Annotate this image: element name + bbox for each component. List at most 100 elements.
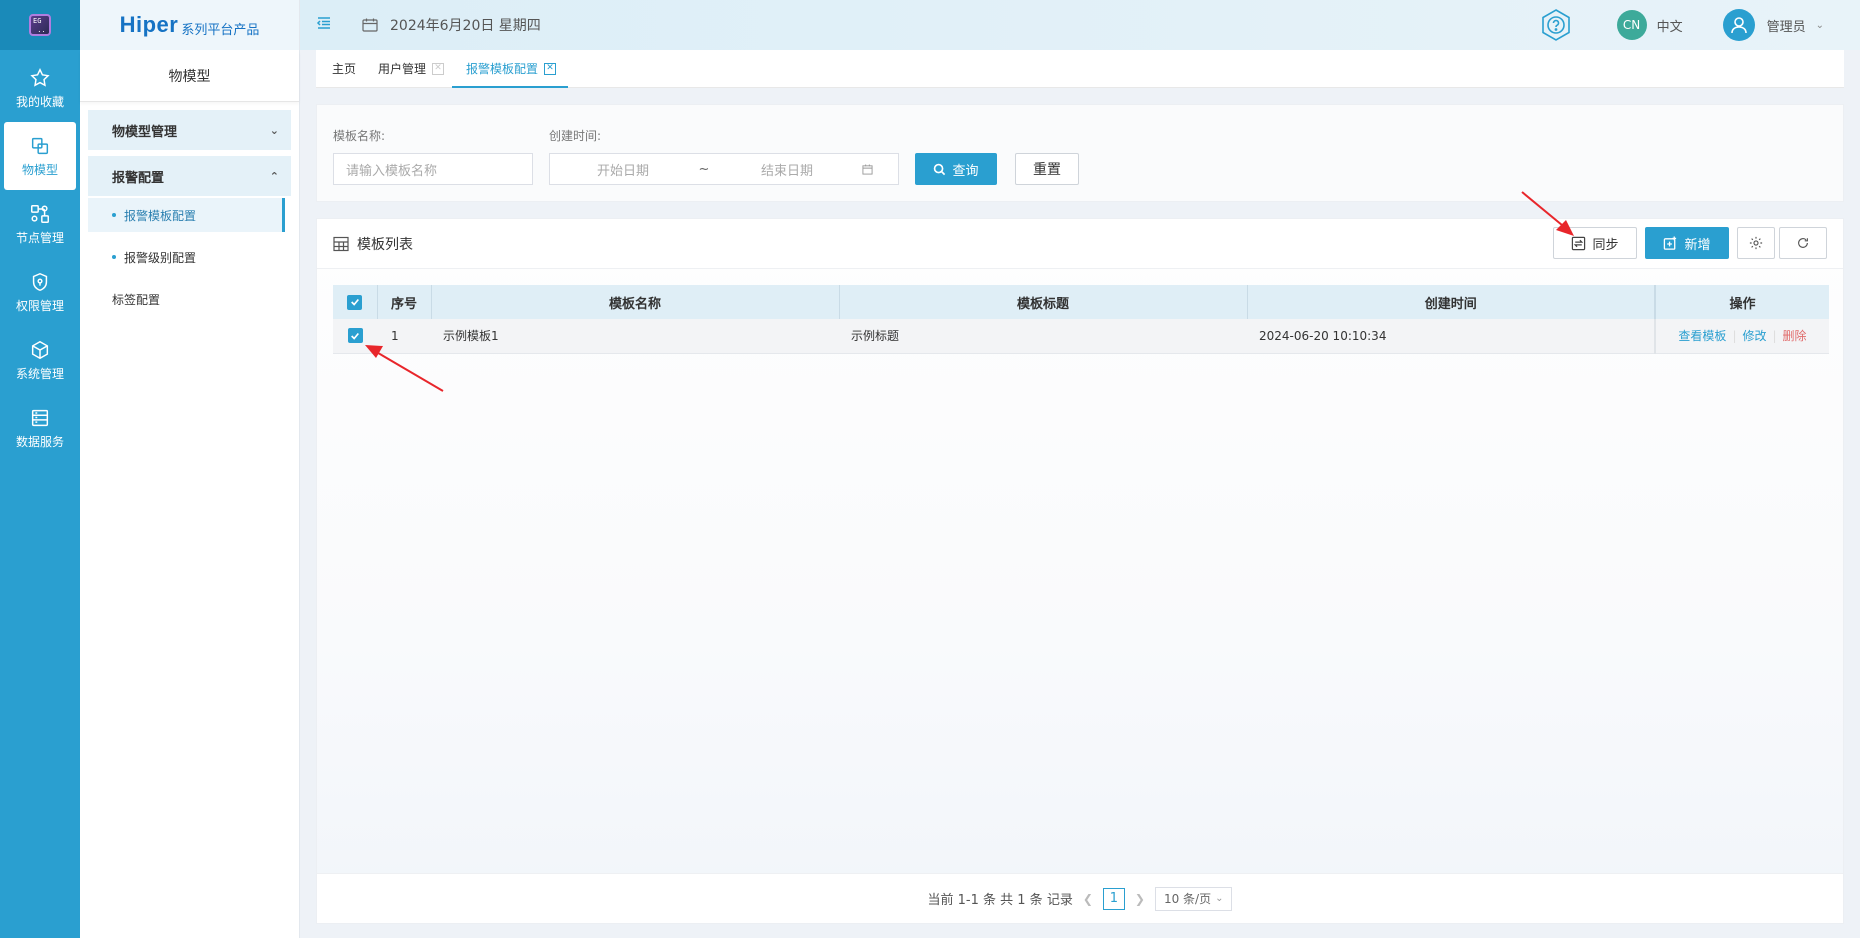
reset-label: 重置 — [1033, 162, 1061, 178]
menu-item-tag-config[interactable]: 标签配置 — [88, 282, 291, 316]
settings-button[interactable] — [1737, 227, 1775, 259]
template-name-input[interactable]: 请输入模板名称 — [333, 153, 533, 185]
secondary-menu: Hiper 系列平台产品 物模型 物模型管理 ⌄ 报警配置 ⌃ 报警模板配置 报… — [80, 0, 300, 938]
close-icon[interactable]: ✕ — [432, 62, 445, 75]
star-icon — [30, 67, 50, 87]
prev-page-icon[interactable]: ❮ — [1083, 892, 1093, 906]
table-icon — [333, 236, 349, 251]
next-page-icon[interactable]: ❯ — [1135, 892, 1145, 906]
chevron-down-icon: ⌄ — [1215, 893, 1224, 904]
rail-label: 数据服务 — [15, 434, 64, 449]
language-label[interactable]: 中文 — [1657, 16, 1683, 35]
add-icon — [1664, 235, 1677, 250]
cell-created: 2024-06-20 10:10:34 — [1247, 319, 1655, 354]
menu-group-alarm-config[interactable]: 报警配置 ⌃ — [88, 156, 291, 196]
node-icon — [31, 204, 49, 223]
page-size-select[interactable]: 10 条/页 ⌄ — [1154, 886, 1233, 911]
calendar-icon — [362, 18, 378, 32]
bullet-icon — [112, 213, 116, 217]
chevron-down-icon: ⌄ — [269, 123, 279, 137]
refresh-icon — [1798, 238, 1808, 248]
group-label: 物模型管理 — [112, 124, 178, 140]
tab-user-manage[interactable]: 用户管理 ✕ — [378, 50, 445, 88]
page-size-label: 10 条/页 — [1163, 892, 1212, 906]
tab-label: 报警模板配置 — [466, 62, 539, 76]
rail-item-permissions[interactable]: 权限管理 — [0, 258, 80, 326]
tab-label: 用户管理 — [378, 62, 427, 76]
end-date-input[interactable]: 结束日期 — [712, 160, 862, 179]
user-icon — [1730, 17, 1747, 34]
cell-actions: 查看模板 | 修改 | 删除 — [1654, 319, 1829, 354]
menu-item-alarm-level[interactable]: 报警级别配置 — [88, 240, 291, 274]
avatar[interactable] — [1722, 9, 1755, 41]
delete-link[interactable]: 删除 — [1783, 329, 1807, 343]
page-number[interactable]: 1 — [1102, 887, 1125, 910]
gear-icon — [1749, 236, 1763, 250]
brand-suffix: 系列平台产品 — [181, 22, 260, 38]
check-icon — [351, 332, 359, 340]
view-template-link[interactable]: 查看模板 — [1678, 329, 1726, 343]
rail-label: 物模型 — [21, 162, 58, 177]
rail-label: 我的收藏 — [15, 94, 64, 109]
row-checkbox[interactable] — [347, 328, 363, 344]
list-title: 模板列表 — [357, 236, 413, 253]
table-header-row: 序号 模板名称 模板标题 创建时间 操作 — [333, 285, 1829, 319]
tab-alarm-template[interactable]: 报警模板配置 ✕ — [452, 50, 569, 88]
action-separator: | — [1732, 329, 1737, 344]
template-table: 序号 模板名称 模板标题 创建时间 操作 1 示例模板1 示例标题 2024-0… — [333, 285, 1829, 354]
chevron-down-icon[interactable]: ⌄ — [1816, 20, 1824, 31]
row-select-cell — [333, 319, 377, 354]
group-label: 报警配置 — [112, 170, 165, 186]
cube-icon — [31, 340, 49, 359]
rail-label: 系统管理 — [15, 366, 64, 381]
add-button[interactable]: 新增 — [1645, 227, 1729, 259]
pagination: 当前 1-1 条 共 1 条 记录 ❮ 1 ❯ 10 条/页 ⌄ — [317, 873, 1843, 923]
rail-item-data[interactable]: 数据服务 — [0, 394, 80, 462]
col-name: 模板名称 — [431, 285, 840, 319]
language-badge[interactable]: CN — [1616, 10, 1647, 40]
menu-item-alarm-template[interactable]: 报警模板配置 — [88, 198, 285, 232]
edit-link[interactable]: 修改 — [1742, 329, 1766, 343]
template-name-label: 模板名称: — [333, 129, 386, 143]
cell-index: 1 — [377, 319, 431, 354]
app-logo[interactable]: EG .. — [0, 0, 80, 50]
rail-item-nodes[interactable]: 节点管理 — [0, 190, 80, 258]
help-icon[interactable] — [1539, 8, 1573, 42]
cell-name: 示例模板1 — [431, 319, 839, 354]
current-date: 2024年6月20日 星期四 — [390, 18, 541, 34]
search-icon — [934, 163, 946, 175]
rail-item-thing-model[interactable]: 物模型 — [4, 122, 76, 190]
tab-bar: 主页 用户管理 ✕ 报警模板配置 ✕ — [316, 50, 1844, 88]
select-all-checkbox[interactable] — [347, 294, 363, 310]
check-icon — [350, 298, 359, 306]
query-button[interactable]: 查询 — [915, 153, 997, 185]
search-panel: 模板名称: 请输入模板名称 创建时间: 开始日期 ~ 结束日期 查询 重置 — [316, 104, 1844, 202]
refresh-button[interactable] — [1779, 227, 1827, 259]
rail-label: 节点管理 — [15, 230, 64, 245]
shield-icon — [32, 272, 48, 291]
sync-icon — [1572, 236, 1586, 250]
reset-button[interactable]: 重置 — [1015, 153, 1079, 185]
col-actions: 操作 — [1654, 285, 1829, 319]
username[interactable]: 管理员 — [1767, 16, 1806, 35]
close-icon[interactable]: ✕ — [544, 62, 557, 75]
tab-home[interactable]: 主页 — [332, 50, 356, 88]
menu-collapse-icon[interactable] — [316, 15, 336, 36]
rail-item-system[interactable]: 系统管理 — [0, 326, 80, 394]
template-name-placeholder: 请输入模板名称 — [346, 163, 438, 179]
submenu-title: 物模型 — [80, 50, 299, 102]
tab-label: 主页 — [332, 62, 357, 76]
template-list-panel: 模板列表 同步 新增 序号 模板名称 模板标题 创建时间 操作 1 示例模板1 … — [316, 218, 1844, 924]
sync-button[interactable]: 同步 — [1553, 227, 1637, 259]
add-label: 新增 — [1684, 237, 1711, 253]
rail-item-favorites[interactable]: 我的收藏 — [0, 54, 80, 122]
pagination-summary: 当前 1-1 条 共 1 条 记录 — [927, 893, 1073, 908]
brand-name: Hiper — [119, 12, 179, 37]
date-range-picker[interactable]: 开始日期 ~ 结束日期 — [549, 153, 899, 185]
create-time-label: 创建时间: — [549, 129, 602, 143]
start-date-input[interactable]: 开始日期 — [550, 160, 696, 179]
col-created: 创建时间 — [1247, 285, 1656, 319]
action-separator: | — [1772, 329, 1777, 344]
icon-rail: EG .. 我的收藏 物模型 节点管理 权限管理 系统管理 数据服务 — [0, 0, 80, 938]
menu-group-model-manage[interactable]: 物模型管理 ⌄ — [88, 110, 291, 150]
